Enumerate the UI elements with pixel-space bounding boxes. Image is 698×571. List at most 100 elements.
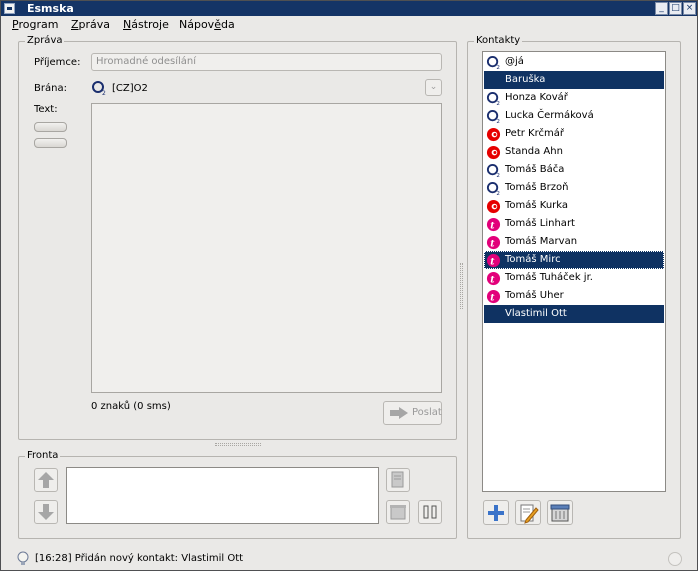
activity-indicator-icon: [668, 552, 682, 566]
horizontal-splitter[interactable]: [215, 443, 261, 446]
contact-row[interactable]: 2 Tomáš Báča: [484, 161, 664, 179]
contact-row[interactable]: Petr Krčmář: [484, 125, 664, 143]
message-textarea[interactable]: [91, 103, 442, 393]
contact-name: Tomáš Báča: [505, 164, 565, 175]
queue-legend: Fronta: [25, 450, 61, 462]
tmobile-logo-icon: t: [486, 217, 501, 231]
plus-icon: [488, 505, 504, 521]
contact-row[interactable]: 2 Lucka Čermáková: [484, 107, 664, 125]
trash-icon: [550, 504, 570, 522]
contact-name: Lucka Čermáková: [505, 110, 594, 121]
contact-row[interactable]: t Tomáš Mirc: [484, 251, 664, 269]
contact-name: Vlastimil Ott: [505, 308, 567, 319]
arrow-right-icon: [390, 407, 408, 419]
close-icon[interactable]: ×: [683, 2, 696, 15]
vodafone-logo-icon: [486, 199, 501, 214]
contact-name: Tomáš Uher: [505, 290, 564, 301]
svg-text:2: 2: [496, 173, 500, 178]
gateway-dropdown-button[interactable]: ⌄: [425, 79, 442, 96]
svg-text:t: t: [490, 292, 495, 303]
contact-row[interactable]: t Tomáš Tuháček jr.: [484, 269, 664, 287]
contact-row[interactable]: Standa Ahn: [484, 143, 664, 161]
edit-document-icon: [391, 471, 404, 488]
trash-icon: [390, 505, 406, 520]
svg-text:t: t: [490, 274, 495, 285]
svg-text:2: 2: [496, 101, 500, 106]
contact-name: @já: [505, 56, 524, 67]
queue-delete-button[interactable]: [386, 500, 410, 524]
chevron-down-icon: ⌄: [429, 82, 438, 92]
window-title: Esmska: [27, 2, 74, 15]
vodafone-logo-icon: [486, 145, 501, 160]
queue-down-button[interactable]: [34, 500, 58, 524]
contact-row[interactable]: Baruška: [484, 71, 664, 89]
contact-name: Tomáš Brzoň: [505, 182, 569, 193]
contact-row[interactable]: t Tomáš Marvan: [484, 233, 664, 251]
contacts-legend: Kontakty: [474, 35, 523, 47]
contact-row[interactable]: 2 Honza Kovář: [484, 89, 664, 107]
tmobile-logo-icon: t: [486, 271, 501, 285]
recipient-label: Příjemce:: [34, 57, 81, 68]
gateway-label: Brána:: [34, 83, 67, 94]
text-tool-button-2[interactable]: [34, 138, 67, 148]
contact-row[interactable]: Vlastimil Ott: [484, 305, 664, 323]
svg-text:2: 2: [496, 65, 500, 70]
o2-logo-icon: 2: [486, 55, 500, 70]
menu-nastroje[interactable]: Nástroje: [123, 18, 169, 31]
menu-zprava[interactable]: Zpráva: [71, 18, 110, 31]
lightbulb-icon: [17, 551, 29, 565]
edit-contact-button[interactable]: [515, 500, 541, 525]
contact-name: Tomáš Kurka: [505, 200, 569, 211]
menu-bar: Program Zpráva Nástroje Nápověda: [1, 16, 697, 33]
gateway-value: [CZ]O2: [112, 83, 148, 94]
contact-name: Honza Kovář: [505, 92, 568, 103]
queue-list[interactable]: [66, 467, 379, 524]
arrow-up-icon: [38, 472, 54, 488]
svg-text:t: t: [490, 256, 495, 267]
menu-napoveda[interactable]: Nápověda: [179, 18, 235, 31]
svg-text:2: 2: [102, 90, 106, 96]
add-contact-button[interactable]: [483, 500, 509, 525]
contact-row[interactable]: 2 @já: [484, 53, 664, 71]
contact-name: Petr Krčmář: [505, 128, 564, 139]
contact-name: Tomáš Tuháček jr.: [505, 272, 593, 283]
tmobile-logo-icon: t: [486, 289, 501, 303]
o2-logo-icon: 2: [92, 81, 106, 96]
status-text: [16:28] Přidán nový kontakt: Vlastimil O…: [35, 553, 244, 564]
menu-program[interactable]: Program: [12, 18, 58, 31]
queue-pause-button[interactable]: [418, 500, 442, 524]
contact-row[interactable]: Tomáš Kurka: [484, 197, 664, 215]
arrow-down-icon: [38, 504, 54, 520]
title-bar: Esmska _ □ ×: [1, 1, 697, 16]
tmobile-logo-icon: t: [486, 235, 501, 249]
vodafone-logo-icon: [486, 127, 501, 142]
app-icon[interactable]: [4, 3, 15, 14]
vertical-splitter[interactable]: [460, 263, 463, 309]
text-label: Text:: [34, 104, 58, 115]
status-bar: [16:28] Přidán nový kontakt: Vlastimil O…: [1, 548, 697, 570]
o2-logo-icon: 2: [486, 109, 500, 124]
tmobile-logo-icon: t: [486, 253, 501, 267]
minimize-icon[interactable]: _: [655, 2, 668, 15]
delete-contact-button[interactable]: [547, 500, 573, 525]
contact-row[interactable]: t Tomáš Linhart: [484, 215, 664, 233]
o2-logo-icon: 2: [486, 163, 500, 178]
edit-icon: [520, 504, 539, 524]
queue-up-button[interactable]: [34, 468, 58, 492]
char-counter: 0 znaků (0 sms): [91, 401, 171, 412]
svg-text:2: 2: [496, 191, 500, 196]
send-button[interactable]: Poslat: [383, 401, 442, 425]
queue-edit-button[interactable]: [386, 468, 410, 492]
contact-row[interactable]: 2 Tomáš Brzoň: [484, 179, 664, 197]
recipient-input[interactable]: Hromadné odesílání: [91, 53, 442, 71]
svg-text:2: 2: [496, 119, 500, 124]
contact-name: Standa Ahn: [505, 146, 563, 157]
maximize-icon[interactable]: □: [669, 2, 682, 15]
text-tool-button-1[interactable]: [34, 122, 67, 132]
contact-row[interactable]: t Tomáš Uher: [484, 287, 664, 305]
pause-icon: [423, 505, 437, 519]
contact-name: Baruška: [505, 74, 546, 85]
contact-name: Tomáš Linhart: [505, 218, 575, 229]
contact-list[interactable]: 2 @já Baruška 2 Honza Kovář 2 Lucka Čermáková P…: [482, 51, 666, 492]
o2-logo-icon: 2: [486, 91, 500, 106]
